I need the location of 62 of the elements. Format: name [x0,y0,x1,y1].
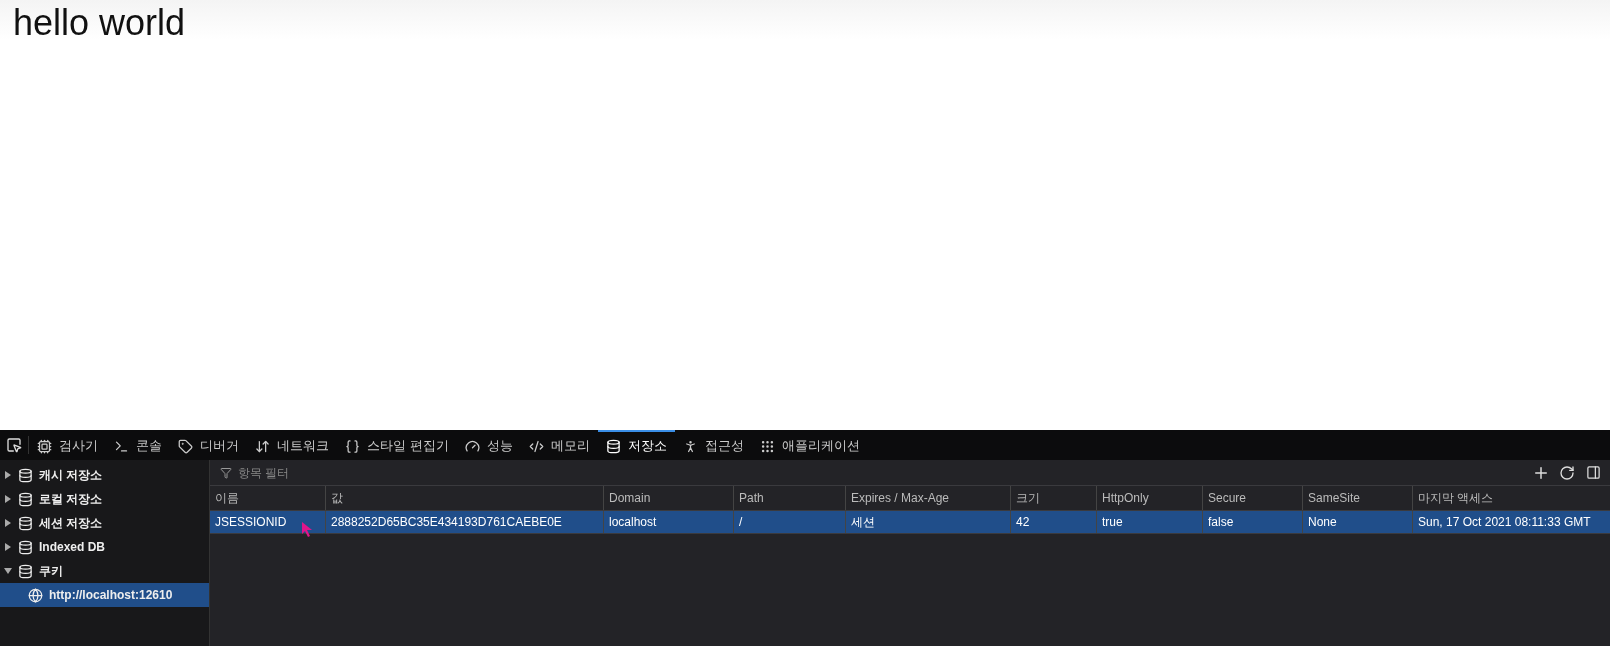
devtools-tab[interactable]: 검사기 [29,430,106,460]
tag-icon [178,438,193,454]
column-header[interactable]: Secure [1208,491,1247,505]
table-cell: 세션 [851,513,875,531]
expanded-arrow-icon[interactable] [4,567,12,575]
table-cell: 2888252D65BC35E434193D761CAEBE0E [331,515,562,529]
code-icon [528,438,544,454]
database-icon [18,539,33,555]
column-header[interactable]: 값 [331,489,343,507]
table-cell: / [739,515,743,529]
database-icon [18,563,33,579]
table-cell: localhost [609,515,657,529]
column-header[interactable]: HttpOnly [1102,491,1149,505]
table-cell: Sun, 17 Oct 2021 08:11:33 GMT [1418,515,1591,529]
devtools-tab[interactable]: 스타일 편집기 [337,430,457,460]
globe-icon [28,587,43,603]
database-icon [18,491,33,507]
collapsed-arrow-icon[interactable] [4,495,12,503]
storage-tree-item[interactable]: 캐시 저장소 [0,463,209,487]
table-cell: 42 [1016,515,1030,529]
table-cell: false [1208,515,1234,529]
devtools-tab[interactable]: 애플리케이션 [751,430,868,460]
collapsed-arrow-icon[interactable] [4,471,12,479]
storage-tree-item[interactable]: http://localhost:12610 [0,583,209,607]
storage-tree-item[interactable]: 쿠키 [0,559,209,583]
devtools-tab[interactable]: 저장소 [597,430,675,460]
filter-icon [220,466,232,479]
database-icon [18,515,33,531]
element-picker-icon[interactable] [6,437,22,453]
table-cell: true [1102,515,1123,529]
braces-icon [345,438,360,454]
devtools-tab[interactable]: 네트워크 [247,430,337,460]
column-header[interactable]: 마지막 액세스 [1418,489,1494,507]
devtools-tab[interactable]: 콘솔 [106,430,170,460]
column-header[interactable]: 이름 [215,489,239,507]
storage-tree-item[interactable]: Indexed DB [0,535,209,559]
devtools-tab[interactable]: 디버거 [170,430,247,460]
page-heading: hello world [13,1,186,44]
column-header[interactable]: Expires / Max-Age [851,491,950,505]
table-row[interactable]: JSESSIONID 2888252D65BC35E434193D761CAEBE0E localhost / 세션 42 true false None Sun, 17 Oct 2021 08:11:33 GMT [210,511,1610,534]
gauge-icon [464,438,480,454]
column-header[interactable]: Path [739,491,764,505]
storage-tree-item[interactable]: 로컬 저장소 [0,487,209,511]
column-header[interactable]: 크기 [1016,489,1040,507]
database-icon [605,438,621,454]
column-header[interactable]: Domain [609,491,651,505]
table-cell: None [1308,515,1337,529]
devtools-tab[interactable]: 성능 [456,430,521,460]
database-icon [18,467,33,483]
devtools-tab[interactable]: 접근성 [674,430,752,460]
mouse-cursor-icon [302,522,313,537]
chip-icon [37,438,52,454]
column-header[interactable]: SameSite [1308,491,1361,505]
table-cell: JSESSIONID [215,515,287,529]
filter-field[interactable]: 항목 필터 [236,464,1528,481]
terminal-icon [114,438,129,454]
arrows-icon [255,438,270,454]
devtools-tab[interactable]: 메모리 [520,430,598,460]
collapsed-arrow-icon[interactable] [4,543,12,551]
grid-dots-icon [759,438,775,454]
storage-tree-item[interactable]: 세션 저장소 [0,511,209,535]
collapsed-arrow-icon[interactable] [4,519,12,527]
